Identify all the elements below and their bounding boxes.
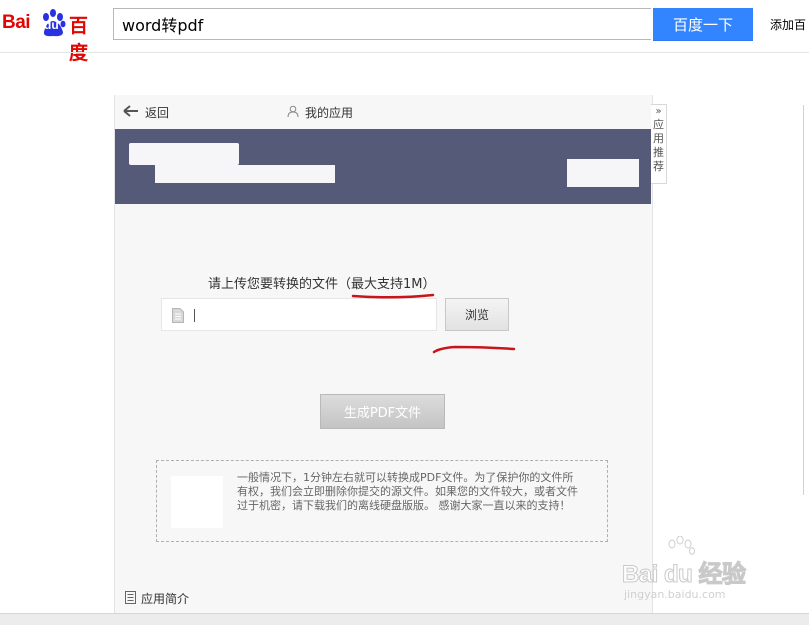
- logo-chinese-text: 百度: [69, 15, 89, 64]
- document-icon: [172, 308, 184, 323]
- logo-du-text: du: [44, 18, 59, 32]
- redacted-badge: [567, 159, 639, 187]
- search-button[interactable]: 百度一下: [653, 8, 753, 41]
- notice-text: 一般情况下，1分钟左右就可以转换成PDF文件。为了保护你的文件所有权，我们会立即…: [237, 471, 578, 512]
- top-search-bar: Bai du 百度 百度一下 添加百: [0, 0, 809, 64]
- notice-box: 一般情况下，1分钟左右就可以转换成PDF文件。为了保护你的文件所有权，我们会立即…: [156, 460, 608, 542]
- page-edge-line: [803, 105, 804, 495]
- baidu-jingyan-watermark: Bai du 经验 jingyan.baidu.com: [618, 536, 768, 606]
- back-link[interactable]: 返回: [145, 104, 169, 121]
- watermark-url: jingyan.baidu.com: [624, 588, 726, 601]
- redacted-subtitle: [155, 165, 335, 183]
- text-caret: [194, 309, 195, 322]
- baidu-logo[interactable]: Bai du 百度: [2, 6, 106, 64]
- document-list-icon: [125, 591, 136, 604]
- notice-image: [171, 476, 223, 528]
- add-homepage-link[interactable]: 添加百: [770, 16, 806, 33]
- redacted-title: [129, 143, 239, 165]
- bottom-bar: [0, 613, 809, 625]
- search-input[interactable]: [113, 8, 651, 40]
- app-panel: 返回 我的应用 请上传您要转换的文件（最大支持1M） 浏览 生成PDF文件 一般…: [114, 95, 653, 624]
- logo-bai-text: Bai: [2, 12, 31, 33]
- app-banner: [115, 129, 651, 204]
- app-intro-label: 应用简介: [141, 592, 190, 606]
- double-chevron-icon: »: [655, 106, 662, 117]
- generate-pdf-button[interactable]: 生成PDF文件: [320, 394, 445, 429]
- browse-button[interactable]: 浏览: [445, 298, 509, 331]
- panel-nav: 返回 我的应用: [115, 95, 652, 129]
- upload-prompt: 请上传您要转换的文件（最大支持1M）: [208, 273, 436, 292]
- watermark-text: Bai du 经验: [622, 561, 747, 589]
- header-divider: [0, 52, 809, 53]
- back-arrow-icon[interactable]: [123, 104, 139, 118]
- recommend-label: 应用推荐: [653, 118, 664, 173]
- upload-limit-text: （最大支持1M）: [338, 277, 436, 292]
- file-path-field[interactable]: [161, 298, 437, 331]
- user-icon: [287, 105, 299, 117]
- upload-prompt-text: 请上传您要转换的文件: [208, 277, 339, 292]
- recommend-side-tab[interactable]: » 应用推荐: [651, 104, 667, 184]
- my-apps-link[interactable]: 我的应用: [305, 104, 353, 121]
